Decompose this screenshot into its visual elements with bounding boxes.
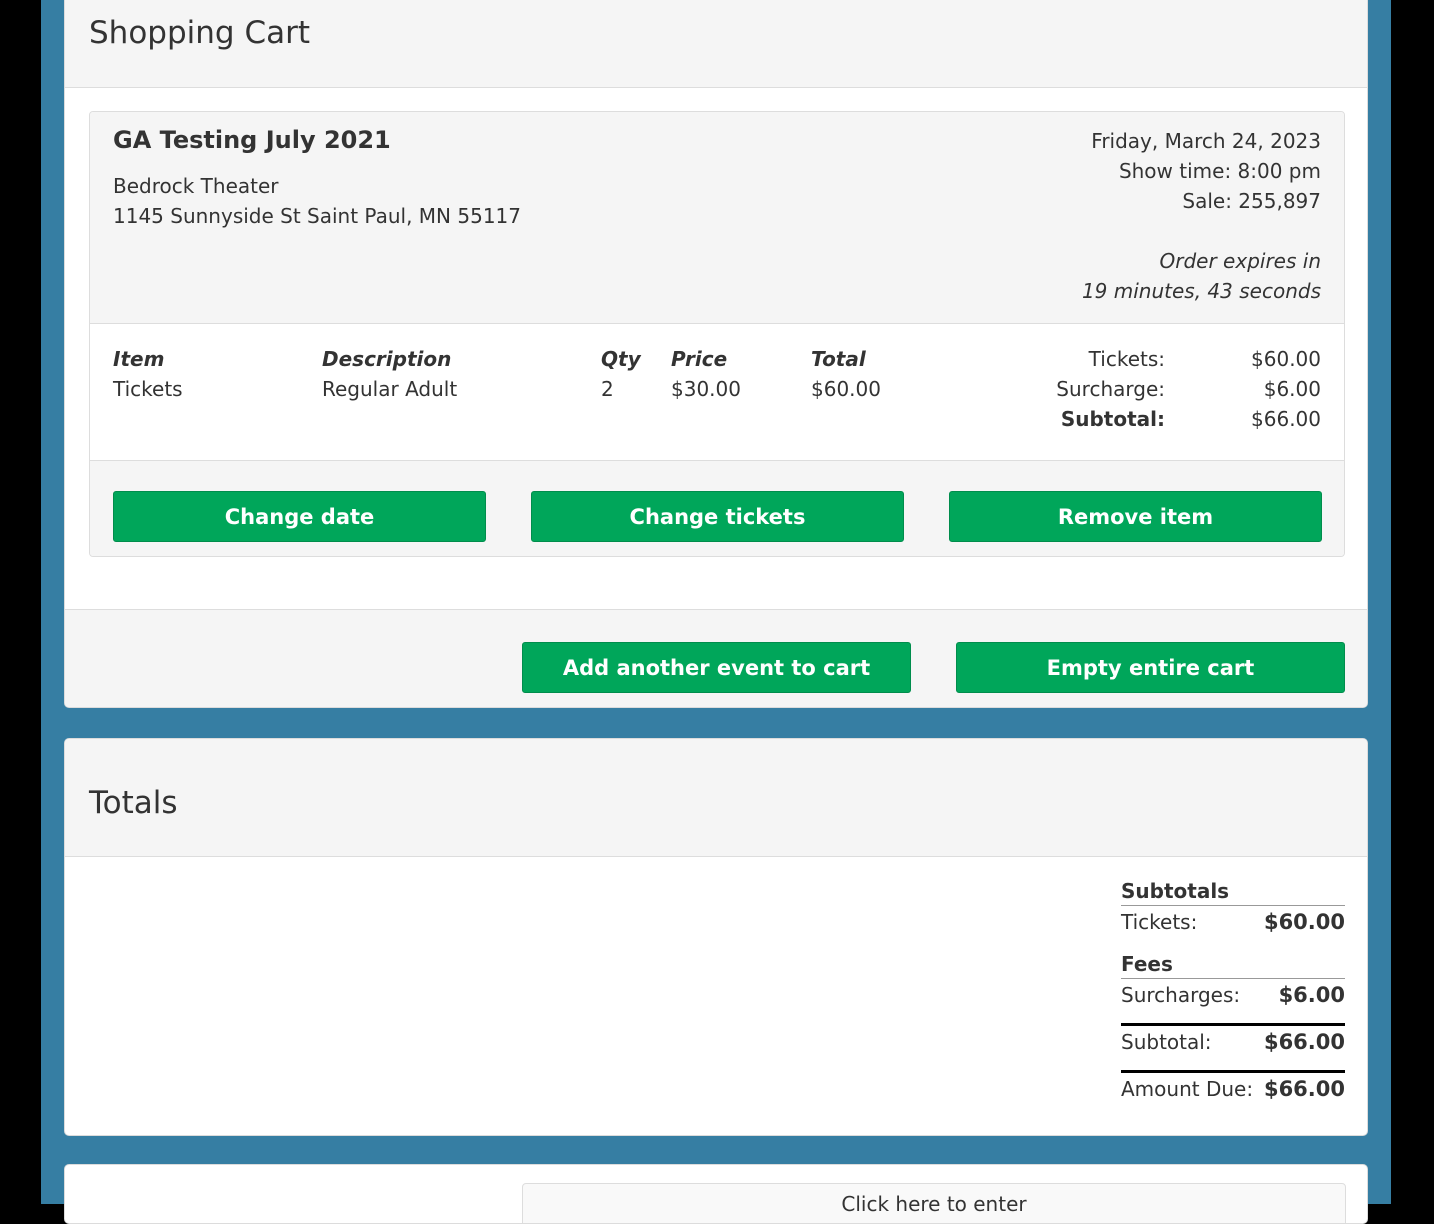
totals-subtotal-row: Subtotal: $66.00 [1121, 1023, 1345, 1058]
price-header: Price [671, 347, 728, 371]
remove-item-button[interactable]: Remove item [949, 491, 1322, 542]
totals-title: Totals [89, 785, 178, 821]
item-header: Item [113, 347, 165, 371]
totals-surcharges-value: $6.00 [1278, 983, 1345, 1007]
qty-cell: 2 [601, 377, 614, 401]
summary-subtotal-value: $66.00 [1251, 407, 1321, 431]
qty-header: Qty [601, 347, 641, 371]
description-column: Description Regular Adult [322, 344, 457, 404]
totals-subtotal-label: Subtotal: [1121, 1030, 1212, 1054]
order-expires-label: Order expires in [1159, 249, 1321, 273]
fees-heading: Fees [1121, 950, 1345, 979]
totals-tickets-label: Tickets: [1121, 910, 1198, 934]
summary-surcharge-row: Surcharge: $6.00 [1005, 374, 1321, 404]
subtotals-heading: Subtotals [1121, 877, 1345, 906]
cart-footer: Add another event to cart Empty entire c… [65, 609, 1367, 707]
show-time: Show time: 8:00 pm [1118, 159, 1321, 183]
summary-surcharge-label: Surcharge: [1056, 377, 1165, 401]
sale-number: Sale: 255,897 [1182, 189, 1321, 213]
totals-tickets-value: $60.00 [1263, 910, 1345, 934]
totals-heading: Totals [65, 739, 1367, 857]
totals-tickets-row: Tickets: $60.00 [1121, 906, 1345, 938]
item-cell: Tickets [113, 377, 183, 401]
item-column: Item Tickets [113, 344, 183, 404]
empty-cart-button[interactable]: Empty entire cart [956, 642, 1345, 693]
event-actions: Change date Change tickets Remove item [90, 460, 1344, 556]
summary-tickets-row: Tickets: $60.00 [1005, 344, 1321, 374]
summary-tickets-label: Tickets: [1088, 347, 1165, 371]
description-header: Description [322, 347, 452, 371]
event-title: GA Testing July 2021 [113, 126, 391, 154]
item-summary: Tickets: $60.00 Surcharge: $6.00 Subtota… [1005, 344, 1321, 434]
totals-panel: Totals Subtotals Tickets: $60.00 Fees Su… [64, 738, 1368, 1136]
shopping-cart-panel: Shopping Cart GA Testing July 2021 Bedro… [64, 0, 1368, 708]
change-tickets-button[interactable]: Change tickets [531, 491, 904, 542]
amount-due-label: Amount Due: [1121, 1077, 1254, 1101]
price-column: Price $30.00 [671, 344, 741, 404]
summary-surcharge-value: $6.00 [1263, 377, 1321, 401]
cart-title: Shopping Cart [89, 15, 310, 51]
add-event-button[interactable]: Add another event to cart [522, 642, 911, 693]
total-column: Total $60.00 [811, 344, 881, 404]
totals-summary: Subtotals Tickets: $60.00 Fees Surcharge… [1121, 877, 1345, 1105]
description-cell: Regular Adult [322, 377, 458, 401]
event-details: Friday, March 24, 2023 Show time: 8:00 p… [1082, 126, 1321, 306]
price-cell: $30.00 [671, 377, 741, 401]
venue-address: 1145 Sunnyside St Saint Paul, MN 55117 [113, 204, 521, 228]
totals-subtotal-value: $66.00 [1263, 1030, 1345, 1054]
amount-due-value: $66.00 [1263, 1077, 1345, 1101]
event-date: Friday, March 24, 2023 [1091, 129, 1321, 153]
summary-subtotal-label: Subtotal: [1060, 407, 1165, 431]
summary-tickets-value: $60.00 [1251, 347, 1321, 371]
total-cell: $60.00 [811, 377, 881, 401]
amount-due-row: Amount Due: $66.00 [1121, 1070, 1345, 1105]
event-card: GA Testing July 2021 Bedrock Theater 114… [89, 111, 1345, 557]
total-header: Total [811, 347, 866, 371]
change-date-button[interactable]: Change date [113, 491, 486, 542]
totals-surcharges-row: Surcharges: $6.00 [1121, 979, 1345, 1011]
totals-surcharges-label: Surcharges: [1121, 983, 1241, 1007]
venue-name: Bedrock Theater [113, 174, 279, 198]
qty-column: Qty 2 [601, 344, 641, 404]
order-expires-countdown: 19 minutes, 43 seconds [1081, 279, 1321, 303]
cart-heading: Shopping Cart [65, 0, 1367, 88]
summary-subtotal-row: Subtotal: $66.00 [1005, 404, 1321, 434]
promo-panel: Click here to enter [64, 1164, 1368, 1224]
event-header: GA Testing July 2021 Bedrock Theater 114… [90, 112, 1344, 324]
